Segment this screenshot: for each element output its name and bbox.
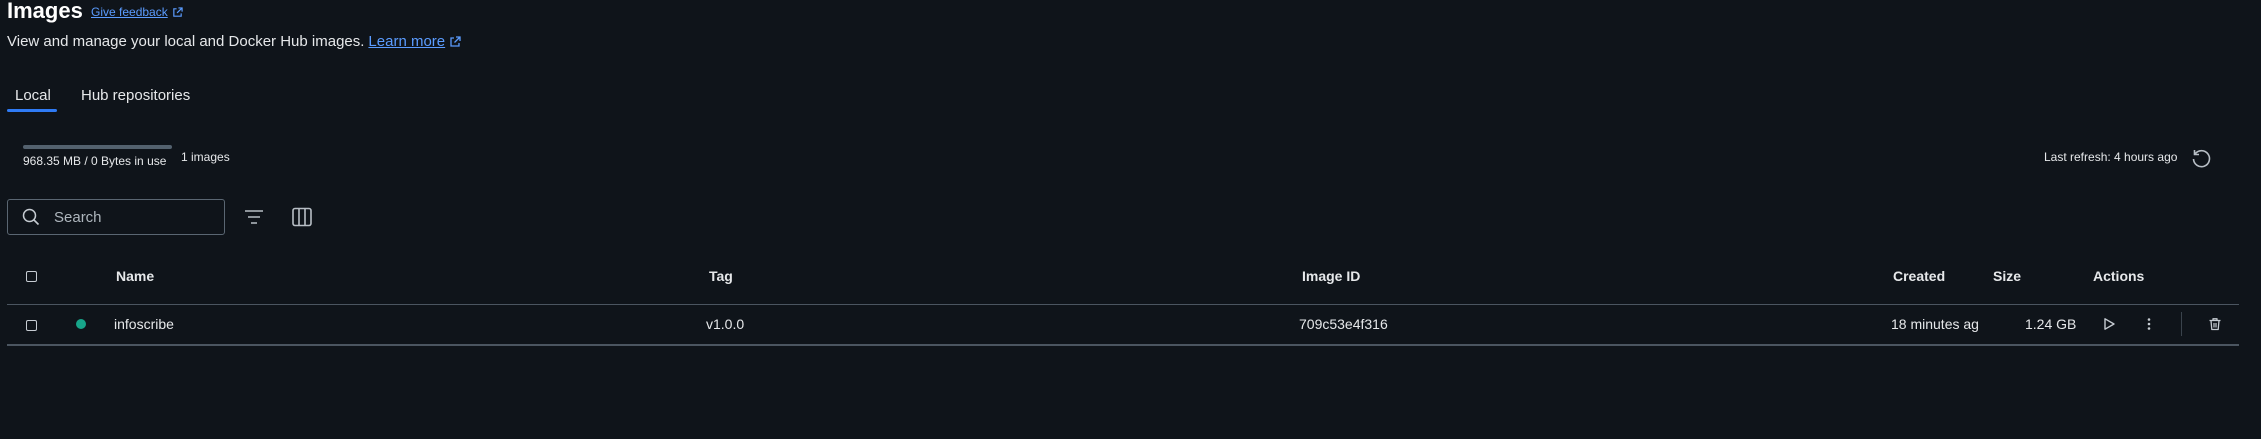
- search-icon: [22, 208, 40, 226]
- column-header-created[interactable]: Created: [1893, 268, 1945, 284]
- image-name[interactable]: infoscribe: [114, 316, 174, 332]
- image-size: 1.24 GB: [2025, 316, 2077, 332]
- delete-button[interactable]: [2208, 317, 2222, 331]
- tab-hub-repositories[interactable]: Hub repositories: [81, 87, 190, 104]
- status-indicator: [76, 319, 86, 329]
- table-row-divider: [7, 344, 2239, 346]
- search-box[interactable]: [7, 199, 225, 235]
- columns-icon: [291, 207, 313, 227]
- columns-button[interactable]: [291, 207, 313, 227]
- page-title: Images: [7, 0, 83, 23]
- active-tab-indicator: [7, 109, 57, 112]
- give-feedback-label: Give feedback: [91, 5, 168, 19]
- learn-more-link[interactable]: Learn more: [368, 33, 445, 50]
- column-header-size[interactable]: Size: [1993, 268, 2021, 284]
- more-actions-button[interactable]: [2142, 317, 2156, 331]
- play-icon: [2102, 317, 2116, 331]
- image-id: 709c53e4f316: [1299, 316, 1388, 332]
- image-created: 18 minutes ag: [1891, 316, 1979, 332]
- actions-divider: [2181, 312, 2182, 336]
- select-all-checkbox[interactable]: [26, 271, 37, 282]
- give-feedback-link[interactable]: Give feedback: [91, 5, 183, 19]
- column-header-name[interactable]: Name: [116, 268, 154, 284]
- run-button[interactable]: [2102, 317, 2116, 331]
- row-select-checkbox[interactable]: [26, 320, 37, 331]
- refresh-button[interactable]: [2190, 147, 2212, 169]
- table-header-divider: [7, 304, 2239, 305]
- image-count: 1 images: [181, 150, 230, 164]
- subtitle-text: View and manage your local and Docker Hu…: [7, 33, 365, 50]
- filter-icon: [243, 207, 265, 227]
- search-input[interactable]: [52, 207, 206, 227]
- tab-local[interactable]: Local: [15, 87, 51, 104]
- external-link-icon: [172, 6, 183, 18]
- disk-usage-text: 968.35 MB / 0 Bytes in use: [23, 154, 167, 168]
- filter-button[interactable]: [243, 207, 265, 227]
- refresh-icon: [2190, 147, 2212, 169]
- more-vertical-icon: [2142, 317, 2156, 331]
- column-header-tag[interactable]: Tag: [709, 268, 733, 284]
- last-refresh-text: Last refresh: 4 hours ago: [2044, 150, 2178, 164]
- external-link-icon: [449, 35, 461, 48]
- column-header-actions: Actions: [2093, 268, 2145, 284]
- image-tag: v1.0.0: [706, 316, 745, 332]
- column-header-image-id[interactable]: Image ID: [1302, 268, 1360, 284]
- trash-icon: [2208, 317, 2222, 331]
- disk-usage-bar: [23, 145, 172, 149]
- page-subtitle: View and manage your local and Docker Hu…: [7, 33, 461, 50]
